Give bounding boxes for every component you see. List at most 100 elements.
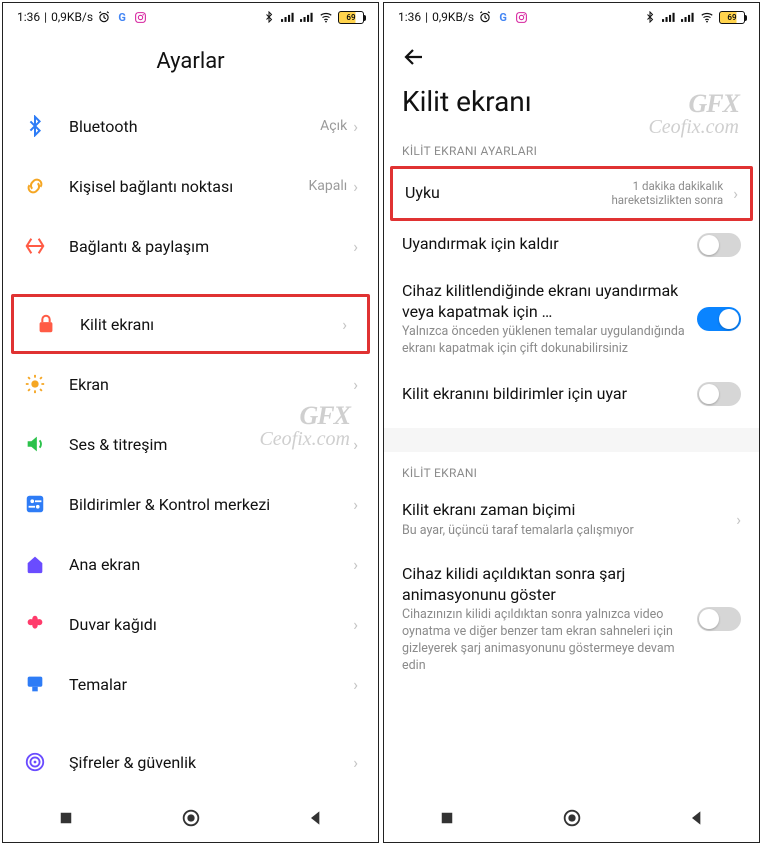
chevron-right-icon: › [353, 753, 358, 772]
instagram-icon [133, 10, 147, 24]
instagram-icon [514, 10, 528, 24]
brush-icon [23, 672, 47, 696]
sun-icon [23, 372, 47, 396]
status-speed: 0,9KB/s [51, 10, 93, 24]
battery-icon: 69 [719, 11, 745, 24]
row-label: Kilit ekranı [80, 315, 342, 334]
item-label: Kilit ekranı zaman biçimi [402, 500, 726, 521]
nav-bar [384, 794, 759, 842]
page-title-row: Ayarlar [3, 31, 378, 96]
google-icon: G [496, 10, 510, 24]
google-icon: G [115, 10, 129, 24]
highlight-box: Kilit ekranı › [11, 294, 370, 354]
item-clock-format[interactable]: Kilit ekranı zaman biçimi Bu ayar, üçünc… [384, 488, 759, 552]
row-bluetooth[interactable]: Bluetooth Açık › [3, 96, 378, 156]
row-security[interactable]: Şifreler & güvenlik › [3, 732, 378, 792]
row-tethering[interactable]: Bağlantı & paylaşım › [3, 216, 378, 276]
chevron-right-icon: › [736, 510, 741, 529]
item-label: Uyku [405, 183, 593, 204]
signal-icon [281, 10, 295, 24]
toggle-switch[interactable] [697, 233, 741, 257]
highlight-box: Uyku 1 dakika dakikalık hareketsizlikten… [390, 166, 753, 221]
alarm-icon [97, 10, 111, 24]
topbar [384, 31, 759, 79]
row-label: Ana ekran [69, 555, 353, 574]
speaker-icon [23, 432, 47, 456]
bluetooth-status-icon [643, 10, 657, 24]
nav-back[interactable] [686, 807, 708, 829]
item-wake-for-notif[interactable]: Kilit ekranını bildirimler için uyar [384, 370, 759, 418]
signal-icon-2 [300, 10, 314, 24]
item-raise-to-wake[interactable]: Uyandırmak için kaldır [384, 221, 759, 269]
flower-icon [23, 612, 47, 636]
chevron-right-icon: › [353, 375, 358, 394]
row-label: Kişisel bağlantı noktası [69, 177, 308, 196]
item-label: Cihaz kilidi açıldıktan sonra şarj anima… [402, 564, 687, 606]
back-button[interactable] [402, 47, 426, 75]
row-label: Şifreler & güvenlik [69, 753, 353, 772]
chevron-right-icon: › [353, 675, 358, 694]
row-value: Kapalı [308, 178, 347, 194]
settings-list: Bluetooth Açık › Kişisel bağlantı noktas… [3, 96, 378, 794]
chevron-right-icon: › [353, 495, 358, 514]
chevron-right-icon: › [353, 435, 358, 454]
status-time: 1:36 [398, 10, 421, 24]
chevron-right-icon: › [353, 615, 358, 634]
chevron-right-icon: › [353, 237, 358, 256]
signal-icon [662, 10, 676, 24]
item-desc: Bu ayar, üçüncü taraf temalarla çalışmıy… [402, 523, 726, 540]
bluetooth-status-icon [262, 10, 276, 24]
row-sound[interactable]: Ses & titreşim › [3, 414, 378, 474]
row-label: Ses & titreşim [69, 435, 353, 454]
item-charge-anim[interactable]: Cihaz kilidi açıldıktan sonra şarj anima… [384, 552, 759, 687]
nav-back[interactable] [305, 807, 327, 829]
signal-icon-2 [681, 10, 695, 24]
status-bar: 1:36 | 0,9KB/s G [384, 3, 759, 31]
toggle-switch[interactable] [697, 307, 741, 331]
nav-home[interactable] [180, 807, 202, 829]
row-wallpaper[interactable]: Duvar kağıdı › [3, 594, 378, 654]
status-time: 1:36 [17, 10, 40, 24]
item-double-tap[interactable]: Cihaz kilitlendiğinde ekranı uyandırmak … [384, 269, 759, 370]
item-sleep[interactable]: Uyku 1 dakika dakikalık hareketsizlikten… [393, 169, 750, 218]
page-title: Ayarlar [3, 49, 378, 74]
row-label: Duvar kağıdı [69, 615, 353, 634]
row-label: Bağlantı & paylaşım [69, 237, 353, 256]
chevron-right-icon: › [353, 555, 358, 574]
wifi-icon [319, 10, 333, 24]
section-header: KİLİT EKRANI AYARLARI [384, 140, 759, 166]
chevron-right-icon: › [353, 117, 358, 136]
wifi-icon [700, 10, 714, 24]
row-notifications[interactable]: Bildirimler & Kontrol merkezi › [3, 474, 378, 534]
lock-icon [34, 312, 58, 336]
toggle-switch[interactable] [697, 382, 741, 406]
link-icon [23, 174, 47, 198]
phone-right: 1:36 | 0,9KB/s G [383, 2, 760, 843]
row-label: Temalar [69, 675, 353, 694]
status-bar: 1:36 | 0,9KB/s G [3, 3, 378, 31]
row-themes[interactable]: Temalar › [3, 654, 378, 714]
toggle-switch[interactable] [697, 607, 741, 631]
row-lockscreen[interactable]: Kilit ekranı › [14, 297, 367, 351]
nav-recents[interactable] [55, 807, 77, 829]
section-header: KİLİT EKRANI [384, 462, 759, 488]
row-value: Açık [320, 118, 347, 134]
alarm-icon [478, 10, 492, 24]
row-label: Ekran [69, 375, 353, 394]
row-display[interactable]: Ekran › [3, 354, 378, 414]
row-hotspot[interactable]: Kişisel bağlantı noktası Kapalı › [3, 156, 378, 216]
item-value: 1 dakika dakikalık hareketsizlikten sonr… [603, 179, 723, 208]
item-label: Uyandırmak için kaldır [402, 234, 687, 255]
nav-home[interactable] [561, 807, 583, 829]
row-home[interactable]: Ana ekran › [3, 534, 378, 594]
nav-recents[interactable] [436, 807, 458, 829]
phone-left: 1:36 | 0,9KB/s G [2, 2, 379, 843]
status-speed: 0,9KB/s [432, 10, 474, 24]
item-label: Cihaz kilitlendiğinde ekranı uyandırmak … [402, 281, 687, 323]
row-label: Bildirimler & Kontrol merkezi [69, 495, 353, 514]
nav-bar [3, 794, 378, 842]
chevron-right-icon: › [353, 177, 358, 196]
chevron-right-icon: › [342, 315, 347, 334]
bluetooth-icon [23, 114, 47, 138]
item-desc: Yalnızca önceden yüklenen temalar uygula… [402, 324, 687, 358]
